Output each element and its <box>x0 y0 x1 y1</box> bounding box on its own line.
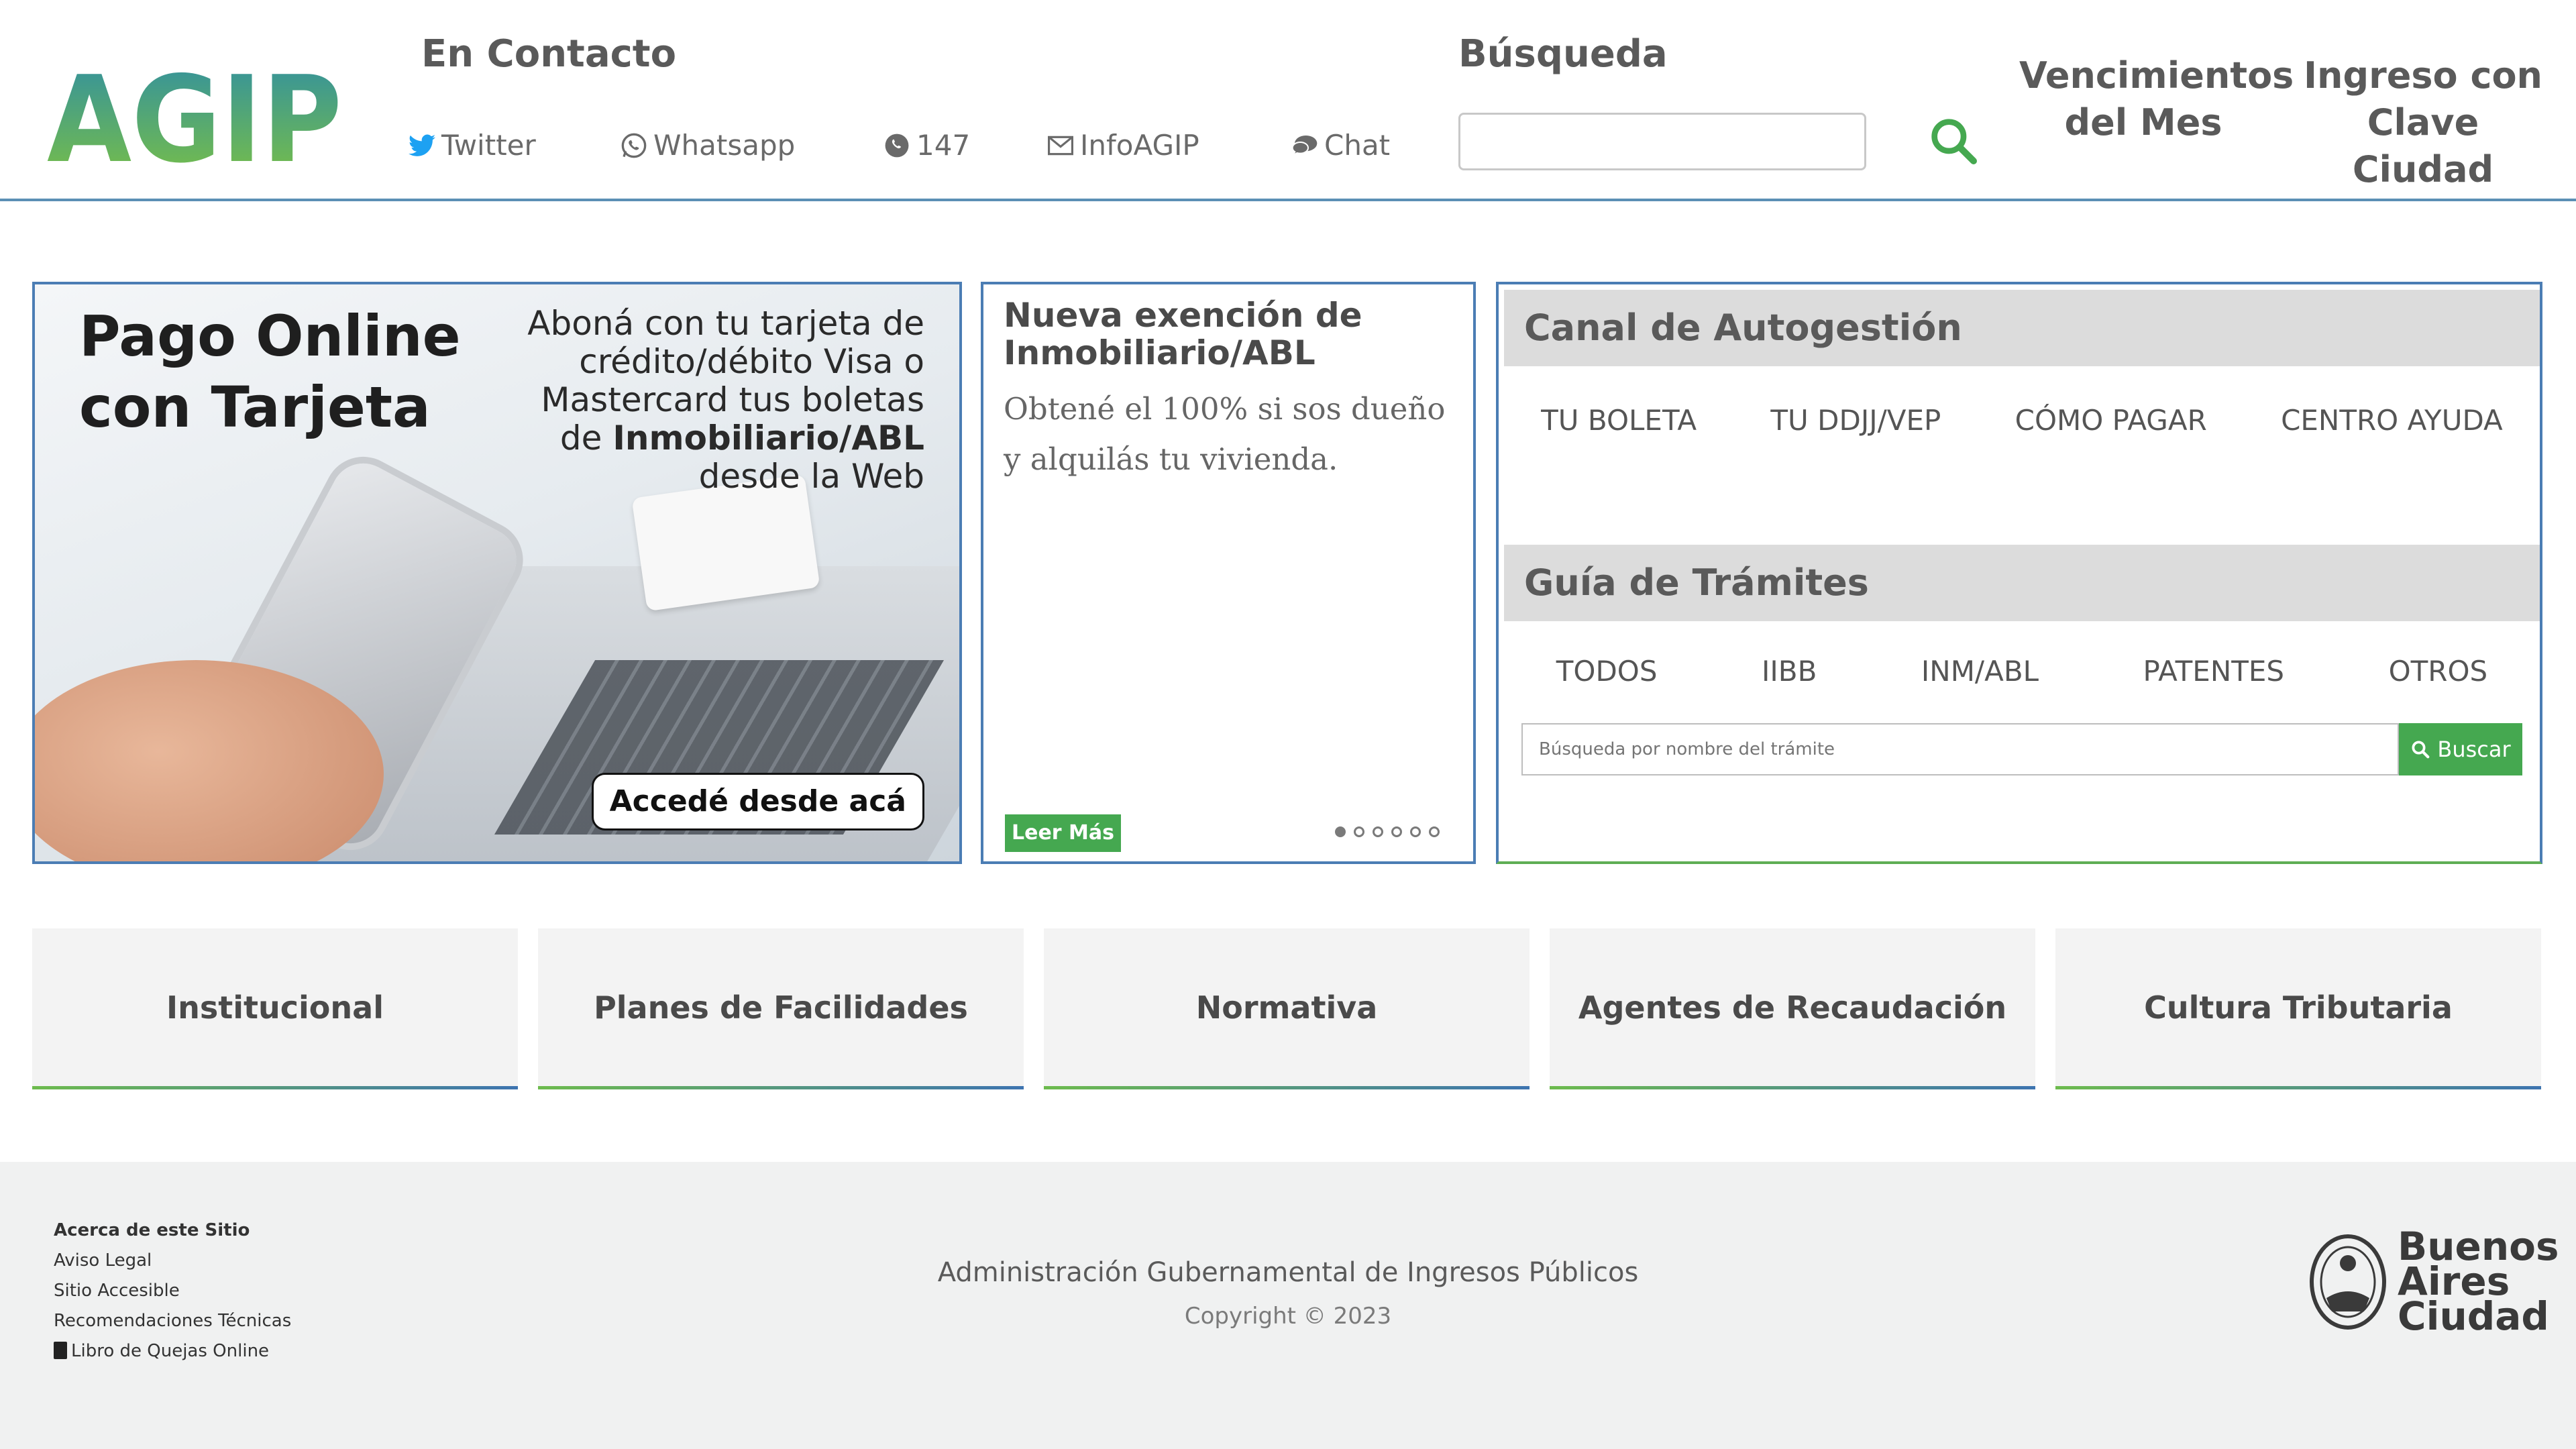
autogestion-panel: Canal de Autogestión TU BOLETA TU DDJJ/V… <box>1496 282 2542 864</box>
city-logo-line3: Ciudad <box>2398 1293 2549 1339</box>
news-body: Obtené el 100% si sos dueño y alquilás t… <box>1004 391 1446 477</box>
chat-icon <box>1291 131 1319 160</box>
read-more-button[interactable]: Leer Más <box>1005 814 1122 852</box>
banner-text-line4-prefix: de <box>559 419 613 458</box>
category-institucional[interactable]: Institucional <box>32 928 518 1089</box>
banner-title-line1: Pago Online <box>79 303 461 369</box>
twitter-icon <box>408 131 436 160</box>
banner-text-line3: Mastercard tus boletas <box>541 380 924 419</box>
banner-text-line4: de Inmobiliario/ABL <box>455 419 924 458</box>
infoagip-label: InfoAGIP <box>1080 129 1199 162</box>
news-panel: Nueva exención de Inmobiliario/ABL Obten… <box>981 282 1476 864</box>
footer-copyright: Copyright © 2023 <box>1184 1303 1392 1330</box>
chat-link[interactable]: Chat <box>1291 129 1390 162</box>
banner-text-line5: desde la Web <box>698 457 924 496</box>
vencimientos-line2: del Mes <box>2064 101 2222 144</box>
search-title: Búsqueda <box>1458 32 1668 76</box>
page: AGIP En Contacto Twitter Whatsapp 147 In… <box>0 0 2576 1449</box>
vencimientos-link[interactable]: Vencimientos del Mes <box>2019 52 2294 146</box>
category-cultura-tributaria[interactable]: Cultura Tributaria <box>2055 928 2541 1089</box>
carousel-dot[interactable] <box>1410 826 1421 837</box>
news-title: Nueva exención de Inmobiliario/ABL <box>1004 296 1362 372</box>
autogestion-links: TU BOLETA TU DDJJ/VEP CÓMO PAGAR CENTRO … <box>1504 404 2540 437</box>
autogestion-heading: Canal de Autogestión <box>1504 290 2540 366</box>
tu-ddjj-vep-link[interactable]: TU DDJJ/VEP <box>1770 404 1941 437</box>
banner-text-line1: Aboná con tu tarjeta de <box>527 304 924 343</box>
banner-title: Pago Online con Tarjeta <box>79 301 461 443</box>
tu-boleta-link[interactable]: TU BOLETA <box>1541 404 1697 437</box>
search-input[interactable] <box>1458 113 1866 170</box>
phone-147-link[interactable]: 147 <box>883 129 970 162</box>
libro-quejas-label: Libro de Quejas Online <box>71 1341 270 1361</box>
search-icon <box>1931 119 1977 164</box>
libro-quejas-link[interactable]: Libro de Quejas Online <box>54 1336 291 1366</box>
city-logo-text: Buenos Aires Ciudad <box>2398 1227 2559 1339</box>
guia-tramites-heading: Guía de Trámites <box>1504 545 2540 621</box>
carousel-dot[interactable] <box>1335 826 1346 837</box>
como-pagar-link[interactable]: CÓMO PAGAR <box>2015 404 2207 437</box>
carousel-dot[interactable] <box>1429 826 1440 837</box>
banner-title-line2: con Tarjeta <box>79 374 431 440</box>
banner-text-line4-bold: Inmobiliario/ABL <box>612 419 924 458</box>
whatsapp-icon <box>620 131 648 160</box>
ingreso-line2: Clave Ciudad <box>2352 101 2494 191</box>
tramite-search-button[interactable]: Buscar <box>2399 723 2522 775</box>
twitter-label: Twitter <box>441 129 536 162</box>
guia-tramites-links: TODOS IIBB INM/ABL PATENTES OTROS <box>1504 655 2540 688</box>
city-seal-icon <box>2310 1234 2386 1330</box>
pago-online-banner[interactable]: Pago Online con Tarjeta Aboná con tu tar… <box>32 282 962 864</box>
carousel-dot[interactable] <box>1354 826 1364 837</box>
tramites-patentes-link[interactable]: PATENTES <box>2143 655 2285 688</box>
tramite-search-input[interactable] <box>1521 723 2399 775</box>
infoagip-link[interactable]: InfoAGIP <box>1046 129 1199 162</box>
banner-cta-button[interactable]: Accedé desde acá <box>591 773 924 830</box>
tramites-inm-abl-link[interactable]: INM/ABL <box>1921 655 2039 688</box>
tramite-search-label: Buscar <box>2437 737 2511 762</box>
agip-logo[interactable]: AGIP <box>47 67 349 168</box>
carousel-dot[interactable] <box>1391 826 1402 837</box>
chat-label: Chat <box>1324 129 1391 162</box>
footer-links-heading: Acerca de este Sitio <box>54 1220 250 1240</box>
buenos-aires-logo[interactable]: Buenos Aires Ciudad <box>2308 1227 2559 1339</box>
news-carousel-dots <box>1335 826 1440 837</box>
category-agentes-recaudacion[interactable]: Agentes de Recaudación <box>1550 928 2035 1089</box>
ingreso-line1: Ingreso con <box>2303 54 2543 97</box>
search-button[interactable] <box>1927 114 1980 168</box>
logo-text: AGIP <box>47 67 342 168</box>
banner-text-line2: crédito/débito Visa o <box>579 342 924 381</box>
category-normativa[interactable]: Normativa <box>1044 928 1529 1089</box>
whatsapp-link[interactable]: Whatsapp <box>620 129 795 162</box>
site-header: AGIP En Contacto Twitter Whatsapp 147 In… <box>0 0 2576 201</box>
site-footer: Acerca de este Sitio Aviso Legal Sitio A… <box>0 1162 2576 1449</box>
whatsapp-label: Whatsapp <box>653 129 796 162</box>
centro-ayuda-link[interactable]: CENTRO AYUDA <box>2281 404 2503 437</box>
ingreso-clave-ciudad-link[interactable]: Ingreso con Clave Ciudad <box>2302 52 2544 193</box>
footer-links: Acerca de este Sitio Aviso Legal Sitio A… <box>54 1216 291 1366</box>
search-icon <box>2412 741 2430 759</box>
twitter-link[interactable]: Twitter <box>408 129 536 162</box>
footer-org-name: Administración Gubernamental de Ingresos… <box>937 1257 1639 1288</box>
mail-icon <box>1046 131 1075 160</box>
tramites-todos-link[interactable]: TODOS <box>1556 655 1658 688</box>
phone-147-label: 147 <box>916 129 971 162</box>
carousel-dot[interactable] <box>1373 826 1383 837</box>
book-icon <box>54 1342 67 1359</box>
vencimientos-line1: Vencimientos <box>2019 54 2294 97</box>
phone-icon <box>883 131 911 160</box>
category-planes-facilidades[interactable]: Planes de Facilidades <box>538 928 1024 1089</box>
contact-title: En Contacto <box>421 32 677 76</box>
banner-text: Aboná con tu tarjeta de crédito/débito V… <box>455 305 924 496</box>
tramites-otros-link[interactable]: OTROS <box>2389 655 2488 688</box>
tramites-iibb-link[interactable]: IIBB <box>1762 655 1817 688</box>
